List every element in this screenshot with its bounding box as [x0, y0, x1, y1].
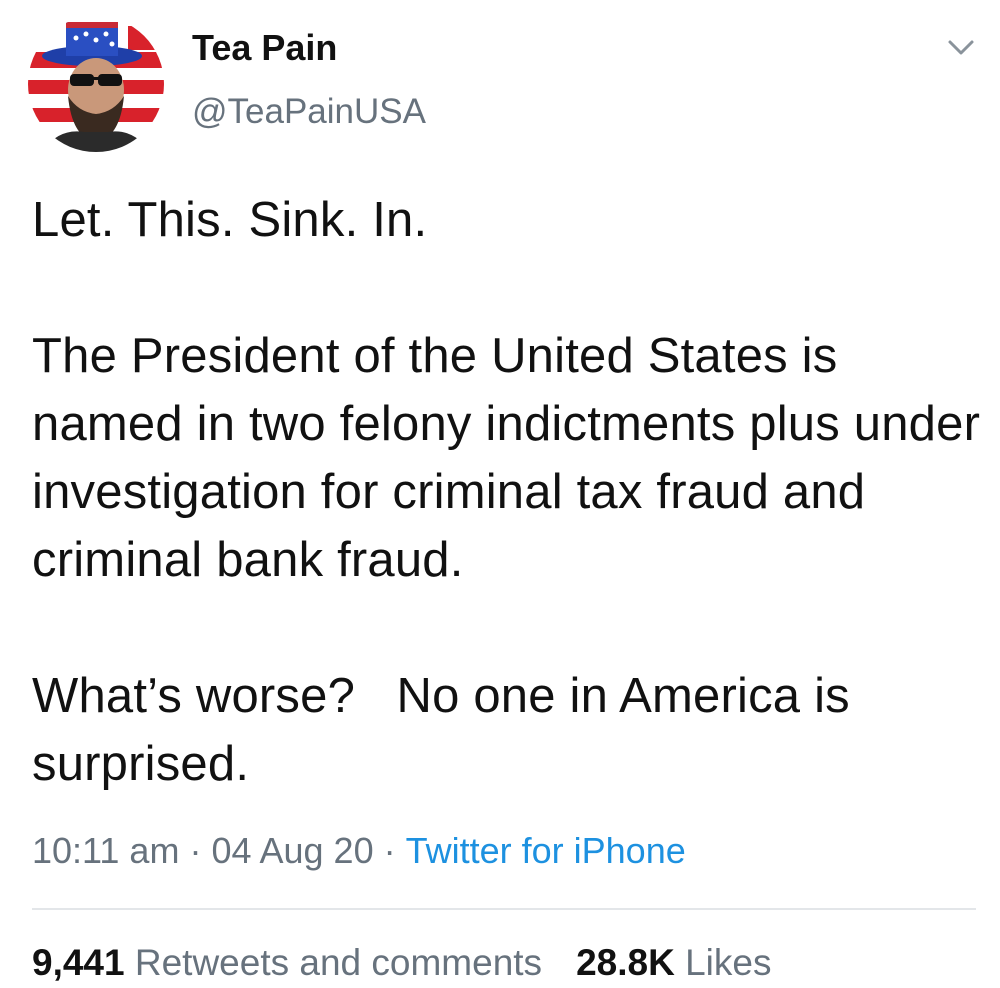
tweet-stats: 9,441 Retweets and comments 28.8K Likes	[32, 938, 771, 988]
author-display-name[interactable]: Tea Pain	[192, 26, 337, 70]
tweet-date[interactable]: 04 Aug 20	[211, 830, 373, 871]
chevron-down-icon[interactable]	[946, 36, 976, 60]
retweets-stat[interactable]: 9,441 Retweets and comments	[32, 942, 542, 983]
retweets-count: 9,441	[32, 942, 125, 983]
tweet-paragraph: What’s worse? No one in America is surpr…	[32, 669, 864, 791]
divider	[32, 908, 976, 910]
avatar[interactable]	[28, 16, 164, 152]
avatar-image	[28, 16, 164, 152]
tweet-metadata: 10:11 am · 04 Aug 20 · Twitter for iPhone	[32, 826, 686, 876]
tweet-card: Tea Pain @TeaPainUSA Let. This. Sink. In…	[0, 0, 1000, 984]
retweets-label: Retweets and comments	[134, 942, 543, 983]
tweet-paragraph: Let. This. Sink. In.	[32, 193, 428, 247]
meta-separator: ·	[189, 830, 202, 871]
tweet-source-link[interactable]: Twitter for iPhone	[406, 830, 686, 871]
likes-count: 28.8K	[576, 942, 675, 983]
likes-label: Likes	[685, 942, 772, 983]
tweet-paragraph: The President of the United States is na…	[32, 329, 994, 587]
meta-separator: ·	[383, 830, 396, 871]
author-handle[interactable]: @TeaPainUSA	[192, 90, 426, 134]
tweet-time[interactable]: 10:11 am	[32, 830, 179, 871]
tweet-text: Let. This. Sink. In. The President of th…	[32, 186, 982, 798]
likes-stat[interactable]: 28.8K Likes	[576, 942, 771, 983]
